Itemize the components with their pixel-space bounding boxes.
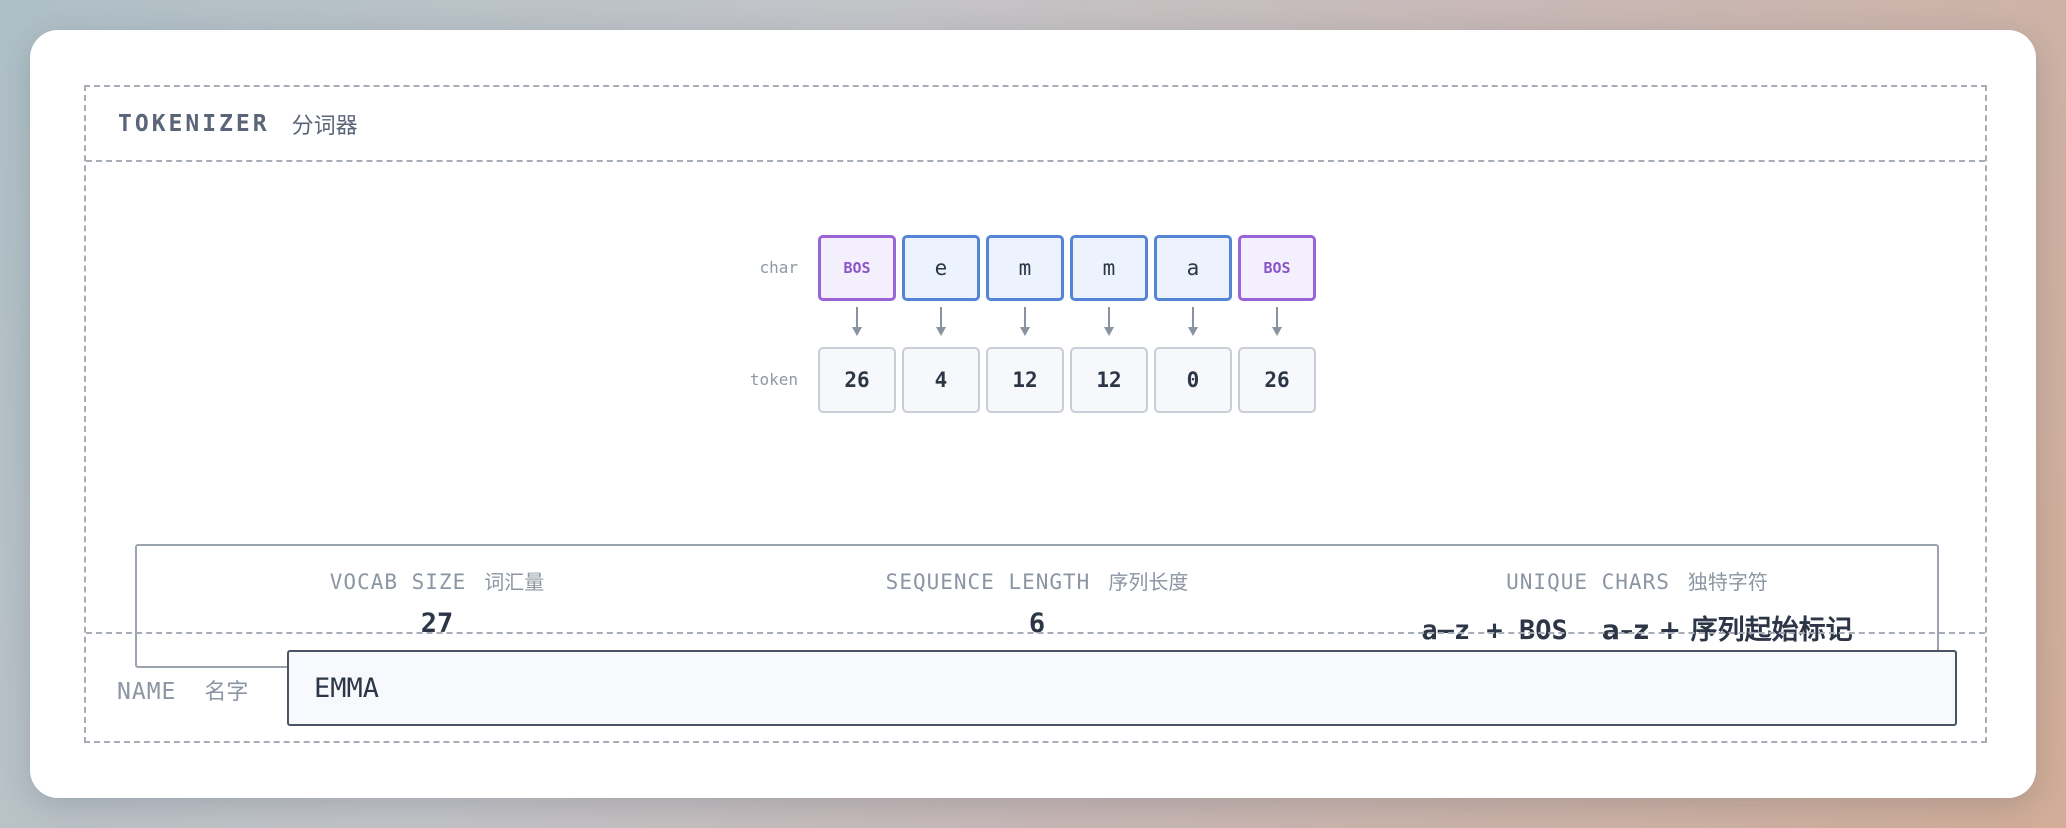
panel-header: TOKENIZER 分词器 bbox=[86, 87, 1985, 162]
char-cell: a bbox=[1154, 235, 1232, 301]
bos-char-cell: BOS bbox=[818, 235, 896, 301]
token-cell: 26 bbox=[818, 347, 896, 413]
name-bar: NAME 名字 bbox=[86, 632, 1985, 743]
vocab-size-label-zh: 词汇量 bbox=[484, 570, 545, 594]
sequence-length-label-zh: 序列长度 bbox=[1108, 570, 1189, 594]
arrow-down-icon bbox=[1188, 307, 1198, 336]
unique-chars-label-zh: 独特字符 bbox=[1687, 570, 1768, 594]
vocab-size-label: VOCAB SIZE bbox=[329, 570, 467, 594]
bos-char-cell: BOS bbox=[1238, 235, 1316, 301]
char-cell: m bbox=[1070, 235, 1148, 301]
tokenization-visualization: char token BOS 26 e 4 m 12 m 12 a 0 BOS 26 VOCAB SI… bbox=[86, 162, 1985, 668]
char-cell: e bbox=[902, 235, 980, 301]
arrow-down-icon bbox=[1272, 307, 1282, 336]
unique-chars-label: UNIQUE CHARS bbox=[1506, 570, 1670, 594]
panel-title-zh: 分词器 bbox=[291, 113, 358, 139]
char-row-label: char bbox=[759, 258, 798, 277]
arrow-down-icon bbox=[936, 307, 946, 336]
token-row-label: token bbox=[749, 370, 798, 389]
arrow-down-icon bbox=[852, 307, 862, 336]
panel-title: TOKENIZER bbox=[118, 110, 270, 137]
sequence-length-label: SEQUENCE LENGTH bbox=[885, 570, 1091, 594]
arrow-down-icon bbox=[1020, 307, 1030, 336]
arrow-down-icon bbox=[1104, 307, 1114, 336]
token-cell: 26 bbox=[1238, 347, 1316, 413]
name-input[interactable] bbox=[287, 650, 1957, 726]
tokenizer-card: TOKENIZER 分词器 char token BOS 26 e 4 m 12 m 12 a 0… bbox=[30, 30, 2036, 798]
tokenizer-panel: TOKENIZER 分词器 char token BOS 26 e 4 m 12 m 12 a 0… bbox=[84, 85, 1987, 743]
name-label: NAME bbox=[117, 679, 177, 705]
name-label-zh: 名字 bbox=[204, 680, 249, 705]
token-cell: 12 bbox=[1070, 347, 1148, 413]
char-cell: m bbox=[986, 235, 1064, 301]
token-cell: 4 bbox=[902, 347, 980, 413]
token-cell: 12 bbox=[986, 347, 1064, 413]
token-cell: 0 bbox=[1154, 347, 1232, 413]
